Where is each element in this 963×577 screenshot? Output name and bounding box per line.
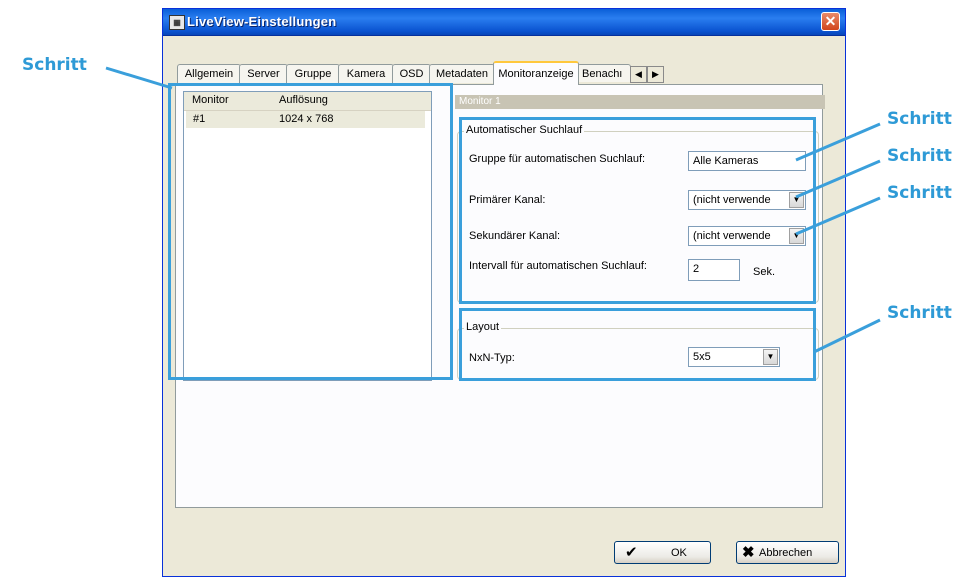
tab-metadaten[interactable]: Metadaten	[429, 64, 495, 83]
callout-right-1: Schritt	[887, 109, 952, 129]
tab-monitoranzeige[interactable]: Monitoranzeige	[493, 61, 579, 85]
tab-benachrichtigung[interactable]: Benachı	[577, 64, 631, 82]
cancel-label: Abbrechen	[759, 547, 813, 559]
cancel-button[interactable]: ✖ Abbrechen	[736, 541, 839, 564]
checkmark-icon: ✔	[625, 544, 638, 561]
close-icon: ✕	[824, 13, 837, 29]
title-bar[interactable]: ▦ LiveView-Einstellungen ✕	[163, 9, 845, 36]
highlight-frame-auto-scan	[459, 117, 816, 304]
close-button[interactable]: ✕	[821, 12, 840, 31]
tab-scroll-left-icon[interactable]: ◀	[630, 66, 647, 83]
tab-scroll-right-icon[interactable]: ▶	[647, 66, 664, 83]
highlight-frame-monitor-list	[168, 83, 453, 380]
tab-kamera[interactable]: Kamera	[338, 64, 394, 83]
app-icon: ▦	[169, 15, 185, 30]
highlight-frame-layout	[459, 308, 816, 381]
tab-gruppe[interactable]: Gruppe	[286, 64, 340, 83]
callout-right-2: Schritt	[887, 146, 952, 166]
callout-right-3: Schritt	[887, 183, 952, 203]
monitor-header-strip: Monitor 1	[455, 95, 825, 109]
callout-left: Schritt	[22, 55, 87, 75]
tab-osd[interactable]: OSD	[392, 64, 431, 83]
cancel-x-icon: ✖	[742, 544, 755, 561]
ok-label: OK	[671, 547, 687, 559]
ok-button[interactable]: ✔ OK	[614, 541, 711, 564]
callout-right-4: Schritt	[887, 303, 952, 323]
tab-server[interactable]: Server	[239, 64, 288, 83]
tab-allgemein[interactable]: Allgemein	[177, 64, 241, 83]
dialog-title: LiveView-Einstellungen	[187, 14, 337, 29]
